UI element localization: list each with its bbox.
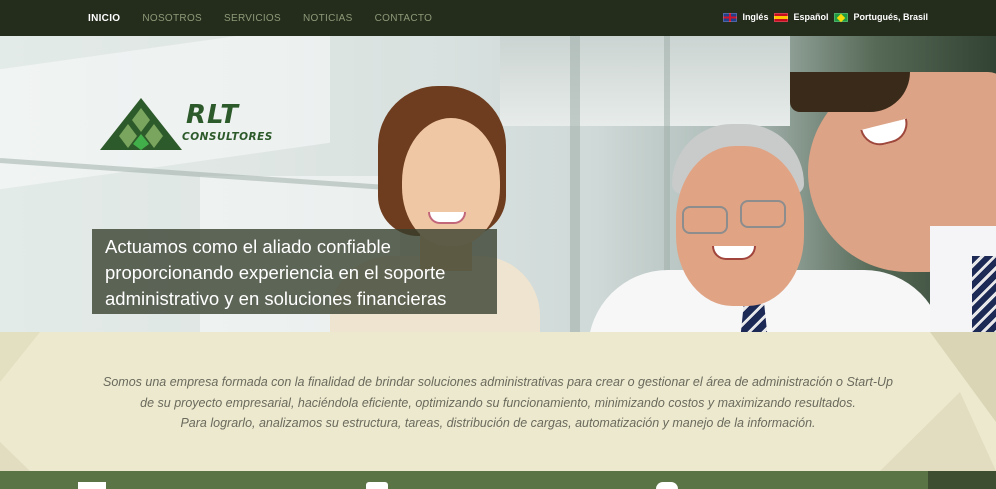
rlt-logo[interactable]: RLT CONSULTORES [98,96,298,158]
feature-icon [656,482,678,489]
nav-contacto[interactable]: CONTACTO [375,13,433,24]
nav-inicio[interactable]: INICIO [88,13,120,24]
language-switcher: Inglés Español Portugués, Brasil [717,0,928,34]
man-glasses [740,200,786,228]
top-navigation: INICIO NOSOTROS SERVICIOS NOTICIAS CONTA… [0,0,996,36]
nav-nosotros[interactable]: NOSOTROS [142,13,202,24]
background-frame [570,36,580,332]
tagline-line: proporcionando experiencia en el soporte [105,262,446,283]
logo-name: RLT [186,100,240,130]
woman-smile [428,212,466,224]
main-menu: INICIO NOSOTROS SERVICIOS NOTICIAS CONTA… [88,0,454,36]
brazil-flag-icon [834,12,849,22]
nav-servicios[interactable]: SERVICIOS [224,13,281,24]
features-bar-corner [928,471,996,489]
language-label: Español [793,12,829,22]
language-portugues[interactable]: Portugués, Brasil [834,12,928,22]
logo-subtitle: CONSULTORES [182,131,273,143]
language-label: Portugués, Brasil [853,12,928,22]
man-glasses [682,206,728,234]
logo-triangle-icon [100,98,182,150]
features-bar [0,471,996,489]
tagline-line: Actuamos como el aliado confiable [105,236,391,257]
nav-noticias[interactable]: NOTICIAS [303,13,353,24]
intro-line: de su proyecto empresarial, haciéndola e… [140,395,856,410]
intro-section: Somos una empresa formada con la finalid… [0,332,996,471]
language-ingles[interactable]: Inglés [723,12,768,22]
feature-icon [78,482,106,489]
intro-line: Para lograrlo, analizamos su estructura,… [180,416,816,430]
language-label: Inglés [742,12,769,22]
language-espanol[interactable]: Español [774,12,828,22]
intro-line: Somos una empresa formada con la finalid… [103,375,893,389]
tagline-line: administrativo y en soluciones financier… [105,288,447,309]
intro-text: Somos una empresa formada con la finalid… [0,372,996,434]
uk-flag-icon [723,12,738,22]
woman-face [402,118,500,246]
feature-icon [366,482,388,489]
spain-flag-icon [774,12,789,22]
hero-tagline: Actuamos como el aliado confiable propor… [92,229,497,314]
background-ceiling [500,36,790,126]
young-man-tie [972,256,996,332]
